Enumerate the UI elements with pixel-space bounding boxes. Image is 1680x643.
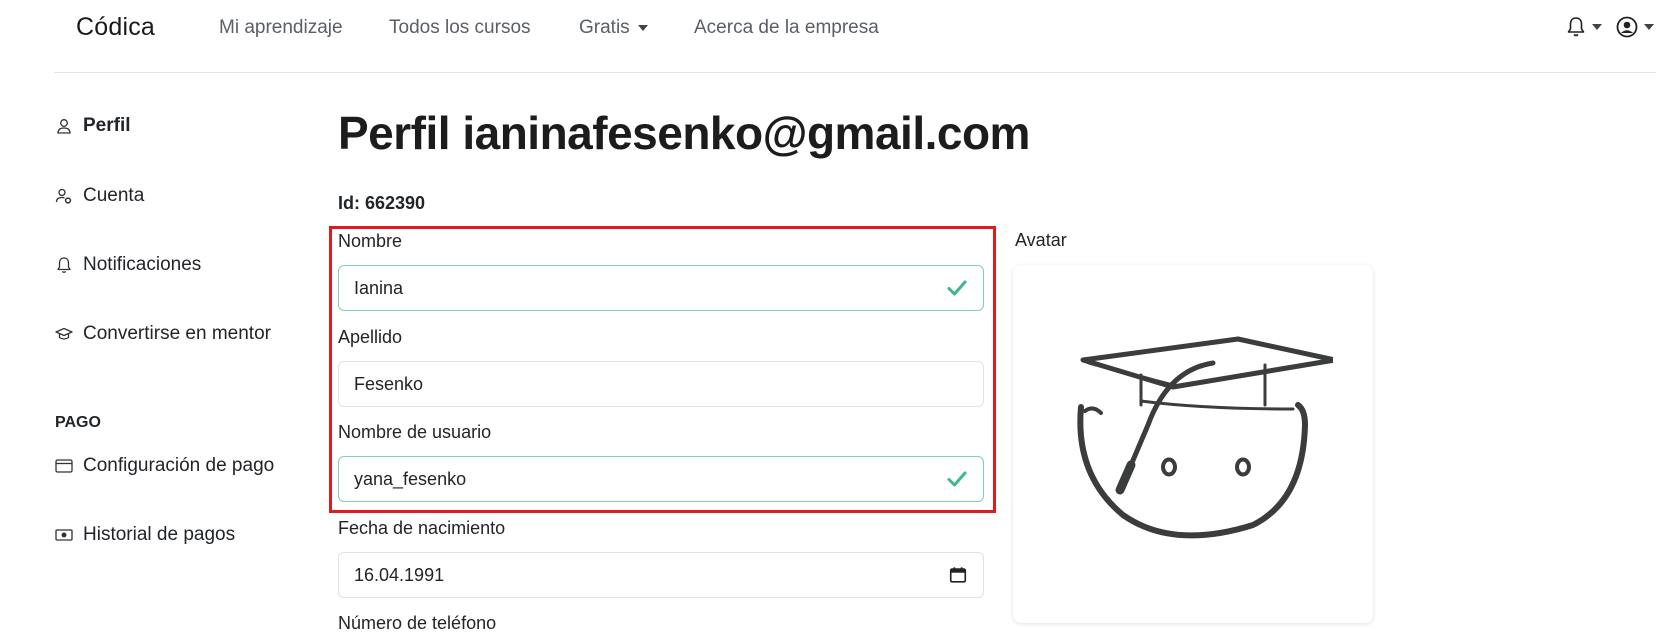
nav-dropdown-free-label: Gratis [579,17,630,38]
user-id: Id: 662390 [338,193,426,213]
birthdate-label: Fecha de nacimiento [338,518,506,538]
last-name-field[interactable]: Fesenko [338,361,984,407]
first-name-label: Nombre [338,231,403,251]
avatar-label: Avatar [1015,230,1067,250]
chevron-down-icon [1592,24,1602,30]
user-menu-dropdown[interactable] [1616,16,1654,38]
first-name-value: Ianina [354,277,404,298]
sidebar-item-notifications[interactable]: Notificaciones [55,254,201,276]
card-icon [55,459,73,473]
sidebar-item-label: Cuenta [83,185,145,206]
sidebar-item-label: Convertirse en mentor [83,323,271,344]
username-value: yana_fesenko [354,468,467,489]
sidebar-item-profile[interactable]: Perfil [55,115,131,137]
sidebar-item-become-mentor[interactable]: Convertirse en mentor [55,323,271,345]
last-name-value: Fesenko [354,373,424,394]
birthdate-field[interactable]: 16.04.1991 [338,552,984,598]
bell-icon [1567,17,1585,37]
user-circle-icon [1616,16,1638,38]
check-icon [947,280,967,296]
avatar-graduation-cap-image [1077,336,1333,539]
sidebar-item-label: Perfil [83,115,131,136]
nav-link-my-learning[interactable]: Mi aprendizaje [219,17,343,39]
sidebar-item-account[interactable]: Cuenta [55,185,144,207]
sidebar-item-label: Notificaciones [83,254,202,275]
notifications-dropdown[interactable] [1566,16,1602,38]
first-name-field[interactable]: Ianina [338,265,984,311]
page-title: Perfil ianinafesenko@gmail.com [338,107,1030,159]
logo[interactable]: Códica [76,13,155,42]
sidebar-item-label: Historial de pagos [83,524,236,545]
nav-link-all-courses[interactable]: Todos los cursos [389,17,531,39]
last-name-label: Apellido [338,327,403,347]
logo-text: Códica [76,13,156,41]
graduation-cap-icon [55,327,73,340]
payment-section-heading: PAGO [55,414,101,431]
chevron-down-icon [637,24,648,31]
username-field[interactable]: yana_fesenko [338,456,984,502]
birthdate-value: 16.04.1991 [354,564,445,585]
money-icon [55,529,73,541]
nav-dropdown-free[interactable]: Gratis [579,17,648,39]
nav-divider [54,72,1656,73]
sidebar-item-label: Configuración de pago [83,455,275,476]
user-icon [57,119,71,134]
top-navbar: Códica Mi aprendizaje Todos los cursos G… [0,0,1680,58]
bell-icon [57,257,71,273]
check-icon [947,471,967,487]
sidebar-item-payment-history[interactable]: Historial de pagos [55,524,235,546]
nav-link-about-company[interactable]: Acerca de la empresa [694,17,879,39]
chevron-down-icon [1644,24,1654,30]
avatar-card[interactable] [1013,265,1373,623]
username-label: Nombre de usuario [338,422,492,442]
phone-label: Número de teléfono [338,613,497,633]
user-gear-icon [55,188,72,204]
sidebar-item-payment-settings[interactable]: Configuración de pago [55,455,274,477]
calendar-icon[interactable] [948,565,968,585]
